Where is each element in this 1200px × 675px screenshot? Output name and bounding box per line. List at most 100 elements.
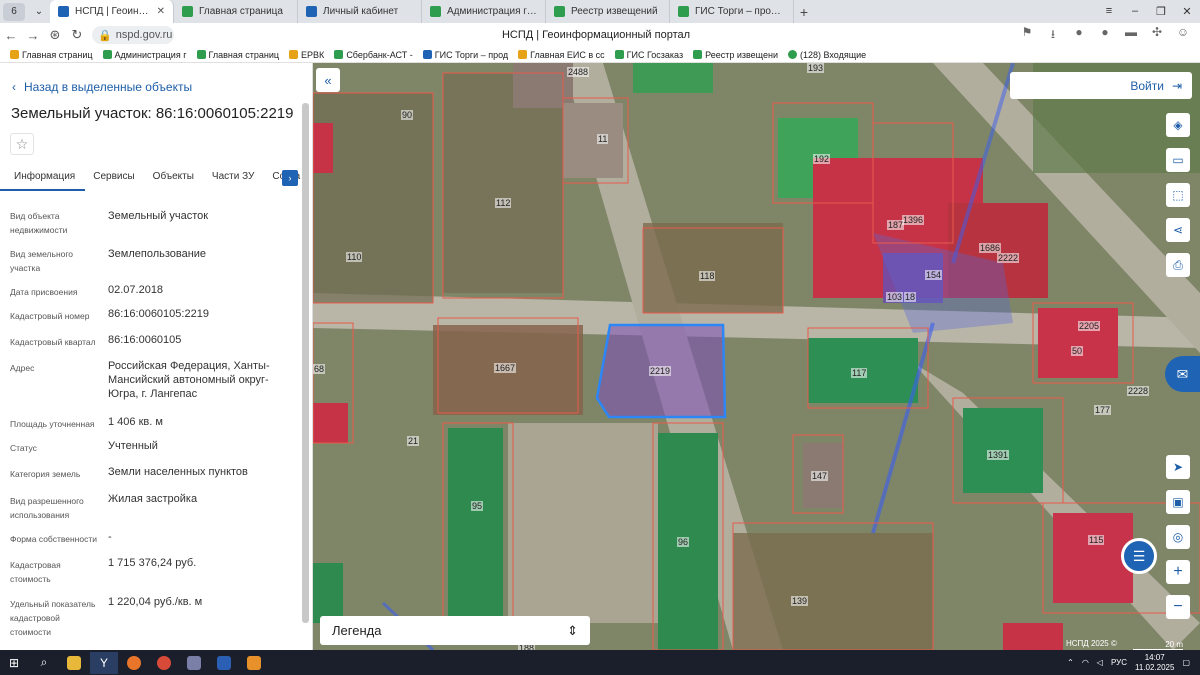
wifi-icon[interactable]: ◠ — [1082, 658, 1089, 667]
tabs-scroll-right-icon[interactable]: › — [282, 170, 298, 186]
parcel-label[interactable]: 96 — [677, 537, 690, 547]
browser-tab-2[interactable]: Личный кабинет — [298, 0, 422, 23]
extension-icon[interactable]: ● — [1096, 25, 1114, 46]
browser-tab-0[interactable]: НСПД | Геоинформац ✕ — [50, 0, 174, 23]
file-explorer-icon[interactable] — [60, 652, 88, 674]
bookmark-flag-icon[interactable]: ⚑ — [1018, 25, 1036, 46]
clock[interactable]: 14:07 11.02.2025 — [1135, 653, 1174, 673]
bookmark-item[interactable]: Главная ЕИС в сс — [518, 50, 605, 60]
browser-tab-3[interactable]: Администрация города Л — [422, 0, 546, 23]
language-indicator[interactable]: РУС — [1111, 658, 1127, 667]
locate-icon[interactable]: ➤ — [1166, 455, 1190, 479]
bookmark-item[interactable]: Администрация г — [102, 50, 187, 60]
tab-info[interactable]: Информация — [0, 167, 86, 191]
parcel-label[interactable]: 2205 — [1078, 321, 1101, 331]
download-icon[interactable]: ⭳ — [1044, 25, 1062, 46]
parcel-label[interactable]: 1686 — [979, 243, 1002, 253]
bookmark-item[interactable]: ГИС Госзаказ — [614, 50, 683, 60]
parcel-label[interactable]: 21 — [407, 436, 420, 446]
notifications-icon[interactable]: ▢ — [1182, 658, 1190, 667]
chrome-icon[interactable] — [150, 652, 178, 674]
parcel-label[interactable]: 193 — [807, 63, 825, 73]
parcel-label[interactable]: 1391 — [987, 450, 1010, 460]
parcel-label[interactable]: 154 — [925, 270, 943, 280]
app-orange-icon[interactable] — [240, 652, 268, 674]
parcel-label[interactable]: 177 — [1094, 405, 1112, 415]
parcel-label[interactable]: 2228 — [1127, 386, 1150, 396]
tray-chevron-icon[interactable]: ⌃ — [1067, 658, 1074, 667]
parcel-label[interactable]: 68 — [313, 364, 326, 374]
print-icon[interactable]: ⎙ — [1166, 253, 1190, 277]
menu-icon[interactable]: ≡ — [1096, 5, 1122, 18]
tab-objects[interactable]: Объекты — [145, 167, 204, 191]
parcel-label[interactable]: 95 — [471, 501, 484, 511]
extension-icon[interactable]: ● — [1070, 25, 1088, 46]
browser-tab-4[interactable]: Реестр извещений — [546, 0, 670, 23]
protect-icon[interactable]: ⊛ — [44, 27, 66, 43]
url-field[interactable]: 🔒 nspd.gov.ru — [92, 26, 174, 44]
parcel-label[interactable]: 18 — [904, 292, 917, 302]
bookmark-item[interactable]: ГИС Торги – прод — [422, 50, 508, 60]
bookmark-item[interactable]: Главная страниц — [10, 50, 93, 60]
yandex-browser-icon[interactable]: Y — [90, 651, 118, 674]
parcel-label[interactable]: 2488 — [567, 67, 590, 77]
extensions-puzzle-icon[interactable]: ✣ — [1148, 25, 1166, 46]
ruler-icon[interactable]: ▭ — [1166, 148, 1190, 172]
parcel-label[interactable]: 2219 — [649, 366, 672, 376]
panel-scrollbar[interactable] — [302, 103, 309, 623]
app-icon[interactable] — [180, 652, 208, 674]
close-window-icon[interactable]: ✕ — [1174, 5, 1200, 18]
tab-list-chevron-icon[interactable]: ⌄ — [28, 3, 50, 21]
parcel-label[interactable]: 192 — [813, 154, 831, 164]
browser-tab-1[interactable]: Главная страница — [174, 0, 298, 23]
bookmark-item[interactable]: ЕРВК — [289, 50, 324, 60]
minimize-icon[interactable]: – — [1122, 5, 1148, 18]
parcel-label[interactable]: 139 — [791, 596, 809, 606]
basemap-icon[interactable]: ▣ — [1166, 490, 1190, 514]
select-area-icon[interactable]: ⬚ — [1166, 183, 1190, 207]
parcel-label[interactable]: 50 — [1071, 346, 1084, 356]
geolocation-icon[interactable]: ◎ — [1166, 525, 1190, 549]
account-icon[interactable]: ▬ — [1122, 25, 1140, 46]
share-icon[interactable]: ⋖ — [1166, 218, 1190, 242]
close-tab-icon[interactable]: ✕ — [157, 6, 165, 17]
browser-tab-5[interactable]: ГИС Торги – продажи гос — [670, 0, 794, 23]
parcel-label[interactable]: 147 — [811, 471, 829, 481]
forward-arrow-icon[interactable]: → — [22, 28, 44, 43]
parcel-label[interactable]: 1667 — [494, 363, 517, 373]
collapse-panel-icon[interactable]: « — [316, 68, 340, 92]
message-bubble-icon[interactable]: ☰ — [1121, 538, 1157, 574]
search-icon[interactable]: ⌕ — [30, 652, 58, 674]
parcel-label[interactable]: 11 — [597, 134, 609, 144]
support-chat-tab[interactable]: ✉ — [1165, 356, 1200, 392]
parcel-label[interactable]: 103 — [886, 292, 904, 302]
back-arrow-icon[interactable]: ← — [0, 28, 22, 43]
favorite-star-icon[interactable]: ☆ — [10, 133, 34, 155]
map-view[interactable]: 2488 193 90 11 192 112 1396 187 1686 222… — [313, 63, 1200, 650]
profile-icon[interactable]: ☺ — [1174, 25, 1192, 46]
login-button[interactable]: Войти ⇥ — [1010, 72, 1192, 99]
parcel-label[interactable]: 112 — [495, 198, 512, 208]
reload-icon[interactable]: ↻ — [66, 27, 88, 43]
tab-parts[interactable]: Части ЗУ — [204, 167, 264, 191]
tab-count-button[interactable]: 6 — [3, 2, 25, 21]
parcel-label[interactable]: 118 — [699, 271, 716, 281]
bookmark-item[interactable]: Главная страниц — [196, 50, 279, 60]
zoom-in-icon[interactable]: + — [1166, 560, 1190, 584]
legend-toggle[interactable]: Легенда ⇕ — [320, 616, 590, 645]
maximize-icon[interactable]: ❐ — [1148, 5, 1174, 18]
parcel-label[interactable]: 2222 — [997, 253, 1020, 263]
word-icon[interactable] — [210, 652, 238, 674]
parcel-label[interactable]: 115 — [1088, 535, 1105, 545]
new-tab-plus-icon[interactable]: + — [794, 4, 814, 20]
bookmark-item[interactable]: (128) Входящие — [788, 50, 866, 60]
parcel-label[interactable]: 187 — [887, 220, 905, 230]
firefox-icon[interactable] — [120, 652, 148, 674]
volume-icon[interactable]: ◁ — [1097, 658, 1103, 667]
tab-services[interactable]: Сервисы — [85, 167, 144, 191]
bookmark-item[interactable]: Реестр извещени — [693, 50, 778, 60]
zoom-out-icon[interactable]: − — [1166, 595, 1190, 619]
parcel-label[interactable]: 110 — [346, 252, 363, 262]
parcel-label[interactable]: 1396 — [902, 215, 925, 225]
bookmark-item[interactable]: Сбербанк-АСТ - — [334, 50, 413, 60]
